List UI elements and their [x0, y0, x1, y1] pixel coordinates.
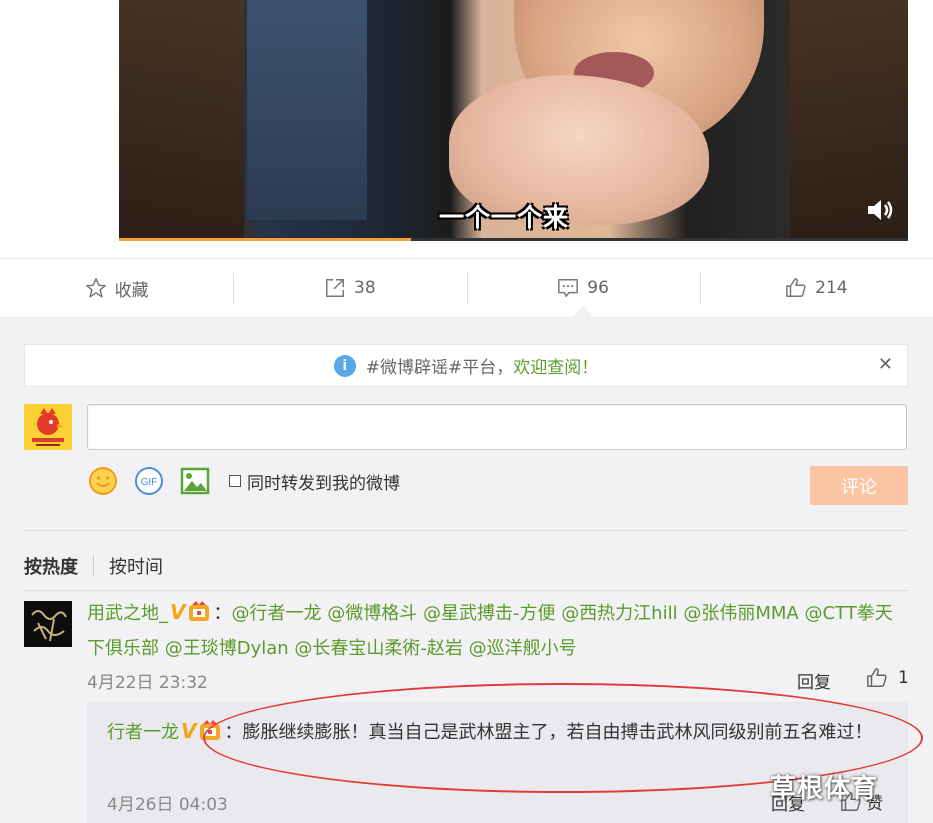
- mention-link[interactable]: @西热力江hill: [561, 603, 677, 624]
- mention-link[interactable]: @长春宝山柔術-赵岩: [294, 638, 463, 659]
- video-subtitle: 一个一个来: [439, 203, 570, 232]
- repost-option[interactable]: 同时转发到我的微博: [229, 469, 400, 494]
- image-icon: [180, 467, 210, 495]
- emoji-button[interactable]: [87, 465, 119, 497]
- smiley-icon: [89, 467, 117, 495]
- divider: [24, 530, 908, 531]
- member-badge-icon: [189, 601, 210, 621]
- member-badge-icon: [200, 720, 221, 740]
- comment-colon: ：: [213, 603, 232, 624]
- notice-link[interactable]: 欢迎查阅！: [513, 353, 598, 378]
- reply-content: 行者一龙 V ：膨胀继续膨胀！真当自己是武林盟主了，若自由搏击武林风同级别前五名难过…: [107, 713, 897, 751]
- mention-link[interactable]: @星武搏击-方便: [423, 603, 556, 624]
- video-frame-person-left: [247, 0, 367, 220]
- image-button[interactable]: [179, 465, 211, 497]
- comment-author[interactable]: 用武之地_: [87, 603, 168, 624]
- close-icon[interactable]: ✕: [878, 354, 893, 375]
- video-progress-bar[interactable]: [119, 238, 908, 241]
- tab-sort-hot[interactable]: 按热度: [24, 553, 78, 579]
- comment-like-button[interactable]: 1: [866, 667, 909, 689]
- verified-v-icon: V: [181, 719, 197, 743]
- thumbs-up-icon: [867, 668, 887, 687]
- reply-timestamp: 4月26日 04:03: [107, 795, 228, 815]
- star-icon: [85, 278, 106, 298]
- volume-icon[interactable]: [866, 198, 896, 222]
- share-icon: [326, 279, 345, 297]
- repost-button[interactable]: 38: [233, 259, 466, 317]
- calligraphy-logo-icon: [24, 601, 72, 647]
- comment-avatar[interactable]: [24, 601, 72, 647]
- reply-author[interactable]: 行者一龙: [107, 722, 179, 743]
- video-section: 一个一个来: [0, 0, 933, 258]
- info-icon: i: [333, 354, 356, 377]
- favorite-button[interactable]: 收藏: [0, 259, 233, 317]
- video-frame-left: [119, 0, 244, 240]
- reply-text: ：膨胀继续膨胀！真当自己是武林盟主了，若自由搏击武林风同级别前五名难过！: [224, 722, 873, 743]
- divider: [24, 590, 908, 591]
- rooster-logo-icon: [24, 404, 72, 450]
- repost-count: 38: [354, 278, 376, 298]
- mention-link[interactable]: @巡洋舰小号: [469, 638, 577, 659]
- verified-v-icon: V: [170, 600, 186, 624]
- repost-option-label: 同时转发到我的微博: [247, 473, 400, 494]
- submit-comment-button[interactable]: 评论: [810, 466, 908, 505]
- like-button[interactable]: 214: [699, 259, 933, 317]
- comment-timestamp: 4月22日 23:32: [87, 673, 208, 693]
- composer-toolbar: GIF 同时转发到我的微博: [87, 463, 400, 499]
- repost-checkbox[interactable]: [229, 475, 241, 487]
- like-count: 214: [815, 278, 848, 298]
- sort-tabs: 按热度 按时间: [24, 553, 163, 579]
- video-player[interactable]: 一个一个来: [119, 0, 908, 240]
- thumbs-up-icon: [786, 278, 806, 297]
- comment-content: 用武之地_ V ：@行者一龙 @微博格斗 @星武搏击-方便 @西热力江hill @张…: [87, 595, 907, 666]
- comment-reply-button[interactable]: 回复: [797, 668, 831, 693]
- video-progress-fill: [119, 238, 411, 241]
- watermark: 草根体育: [770, 774, 879, 804]
- notice-text: #微博辟谣#平台，: [365, 358, 514, 378]
- avatar[interactable]: [24, 404, 72, 450]
- mention-link[interactable]: @微博格斗: [327, 603, 417, 624]
- post-action-bar: 收藏 38 96 214: [0, 258, 933, 318]
- mention-link[interactable]: @王琰博Dylan: [165, 638, 289, 659]
- mention-link[interactable]: @张伟丽MMA: [683, 603, 798, 624]
- mention-link[interactable]: @行者一龙: [231, 603, 321, 624]
- divider: [93, 555, 94, 577]
- comment-input[interactable]: [87, 404, 907, 450]
- tab-sort-time[interactable]: 按时间: [109, 553, 163, 579]
- gif-button[interactable]: GIF: [133, 465, 165, 497]
- active-tab-caret: [571, 306, 595, 318]
- comment-like-count: 1: [898, 668, 909, 688]
- rumor-notice-bar: i #微博辟谣#平台， 欢迎查阅！ ✕: [24, 344, 908, 387]
- favorite-label: 收藏: [114, 280, 149, 301]
- comment-count: 96: [587, 278, 609, 298]
- gif-icon: GIF: [135, 467, 163, 495]
- comment-icon: [558, 279, 579, 297]
- gif-icon-label: GIF: [141, 477, 158, 488]
